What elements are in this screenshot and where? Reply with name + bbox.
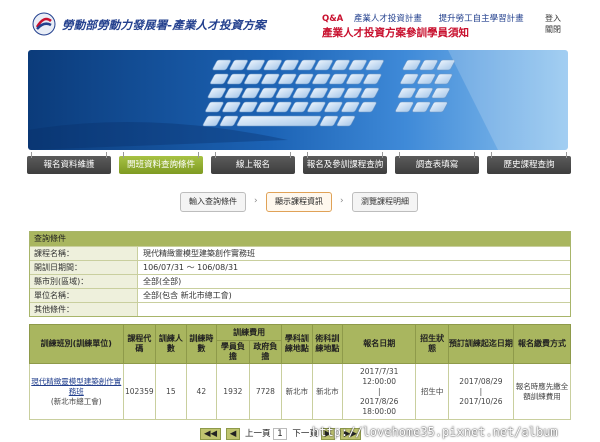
top-links: Q&A 產業人才投資計畫 提升勞工自主學習計畫: [322, 12, 538, 24]
hours-cell: 42: [185, 363, 218, 420]
code-cell: 102359: [122, 363, 157, 420]
table-row: 現代精緻靈模型建築創作實務班 (新北市總工會) 102359 15 42 193…: [29, 363, 572, 420]
step-show-courses[interactable]: 顯示課程資訊: [266, 192, 332, 212]
signup-date-cell: 2017/7/31 12:00:00 | 2017/8/26 18:00:00: [342, 363, 417, 420]
chevron-right-icon: ›: [340, 196, 344, 206]
chevron-right-icon: ›: [254, 196, 258, 206]
signup-end-date: 2017/8/26: [360, 396, 399, 406]
col-fee-group: 訓練費用: [216, 324, 283, 341]
site-header: 勞動部勞動力發展署-產業人才投資方案 Q&A 產業人才投資計畫 提升勞工自主學習…: [0, 0, 600, 48]
keyboard-illustration-icon: [28, 50, 568, 150]
col-status: 招生狀態: [415, 324, 449, 364]
col-gov-fee: 政府負擔: [248, 340, 283, 364]
tab-signup-query[interactable]: 報名及參訓課程查詢: [303, 152, 387, 174]
signup-separator: |: [377, 386, 381, 396]
trainee-notice-link[interactable]: 產業人才投資方案參訓學員須知: [322, 25, 469, 40]
course-unit: (新北市總工會): [50, 396, 102, 406]
col-code: 課程代碼: [122, 324, 157, 364]
condition-value: 106/07/31 ～ 106/08/31: [143, 263, 239, 272]
col-student-fee: 學員負擔: [216, 340, 250, 364]
prev-page-icon[interactable]: ◀: [225, 428, 241, 440]
step-input-conditions[interactable]: 輸入查詢條件: [180, 192, 246, 212]
close-link[interactable]: 關閉: [540, 24, 566, 35]
col-theory-location: 學科訓練地點: [281, 324, 313, 364]
payment-cell: 報名時應先繳全額訓練費用: [512, 363, 572, 420]
step-browse-details[interactable]: 瀏覽課程明細: [352, 192, 418, 212]
condition-label: 單位名稱：: [30, 289, 138, 302]
first-page-icon[interactable]: ◀◀: [200, 428, 222, 440]
tab-course-search[interactable]: 開班資料查詢條件: [119, 152, 203, 174]
login-box: 登入 關閉: [540, 13, 566, 35]
signup-start-date: 2017/7/31: [360, 366, 399, 376]
condition-label: 開訓日期間：: [30, 261, 138, 274]
album-watermark: http://lovehome35.pixnet.net/album: [312, 425, 558, 439]
status-cell: 招生中: [415, 363, 449, 420]
student-fee-cell: 1932: [216, 363, 250, 420]
agency-logo-icon[interactable]: [32, 12, 56, 36]
login-link[interactable]: 登入: [540, 13, 566, 24]
condition-label: 課程名稱：: [30, 247, 138, 260]
condition-row: 開訓日期間： 106/07/31 ～ 106/08/31: [30, 260, 570, 274]
train-start-date: 2017/08/29: [459, 376, 503, 386]
org-title[interactable]: 勞動部勞動力發展署-產業人才投資方案: [62, 17, 266, 33]
course-results-table: 訓練班別(訓練單位) 課程代碼 訓練人數 訓練時數 訓練費用 學科訓練地點 術科…: [29, 324, 572, 420]
condition-value: 全部(全部): [143, 277, 182, 286]
schedule-cell: 2017/08/29 | 2017/10/26: [447, 363, 514, 420]
theory-location-cell: 新北市: [281, 363, 313, 420]
condition-value: 全部(包含 新北市總工會): [143, 291, 232, 300]
step-indicator: 輸入查詢條件 › 顯示課程資訊 › 瀏覽課程明細: [180, 192, 440, 214]
tab-history[interactable]: 歷史課程查詢: [487, 152, 571, 174]
col-hours: 訓練時數: [185, 324, 218, 364]
keyboard-banner: [28, 50, 568, 150]
tab-online-signup[interactable]: 線上報名: [211, 152, 295, 174]
main-nav: 報名資料維護 開班資料查詢條件 線上報名 報名及參訓課程查詢 調查表填寫 歷史課…: [27, 152, 571, 178]
col-practice-location: 術科訓練地點: [311, 324, 344, 364]
conditions-title: 查詢條件: [30, 232, 570, 246]
col-payment: 報名繳費方式: [512, 324, 572, 364]
condition-value: 現代精緻靈模型建築創作實務班: [143, 249, 255, 258]
course-cell: 現代精緻靈模型建築創作實務班 (新北市總工會): [29, 363, 124, 420]
program-link[interactable]: 產業人才投資計畫: [354, 14, 422, 24]
gov-fee-cell: 7728: [248, 363, 283, 420]
train-end-date: 2017/10/26: [459, 396, 503, 406]
col-trainees: 訓練人數: [155, 324, 187, 364]
tab-signup-data[interactable]: 報名資料維護: [27, 152, 111, 174]
condition-row: 縣市別(區域)： 全部(全部): [30, 274, 570, 288]
condition-label: 其他條件：: [30, 303, 138, 316]
tab-survey[interactable]: 調查表填寫: [395, 152, 479, 174]
query-conditions-panel: 查詢條件 課程名稱： 現代精緻靈模型建築創作實務班 開訓日期間： 106/07/…: [29, 231, 571, 317]
condition-row: 單位名稱： 全部(包含 新北市總工會): [30, 288, 570, 302]
condition-label: 縣市別(區域)：: [30, 275, 138, 288]
col-signup-date: 報名日期: [342, 324, 417, 364]
self-learning-link[interactable]: 提升勞工自主學習計畫: [439, 14, 524, 24]
current-page[interactable]: 1: [273, 428, 287, 440]
qa-link[interactable]: Q&A: [322, 14, 343, 24]
condition-row: 其他條件：: [30, 302, 570, 316]
practice-location-cell: 新北市: [311, 363, 344, 420]
col-schedule: 預訂訓練起迄日期: [447, 324, 514, 364]
train-separator: |: [479, 386, 483, 396]
col-course-class: 訓練班別(訓練單位): [29, 324, 124, 364]
prev-page-link[interactable]: 上一頁: [245, 429, 271, 439]
signup-end-time: 18:00:00: [362, 406, 397, 416]
condition-row: 課程名稱： 現代精緻靈模型建築創作實務班: [30, 246, 570, 260]
trainees-cell: 15: [155, 363, 187, 420]
signup-start-time: 12:00:00: [362, 376, 397, 386]
course-name-link[interactable]: 現代精緻靈模型建築創作實務班: [30, 377, 123, 397]
